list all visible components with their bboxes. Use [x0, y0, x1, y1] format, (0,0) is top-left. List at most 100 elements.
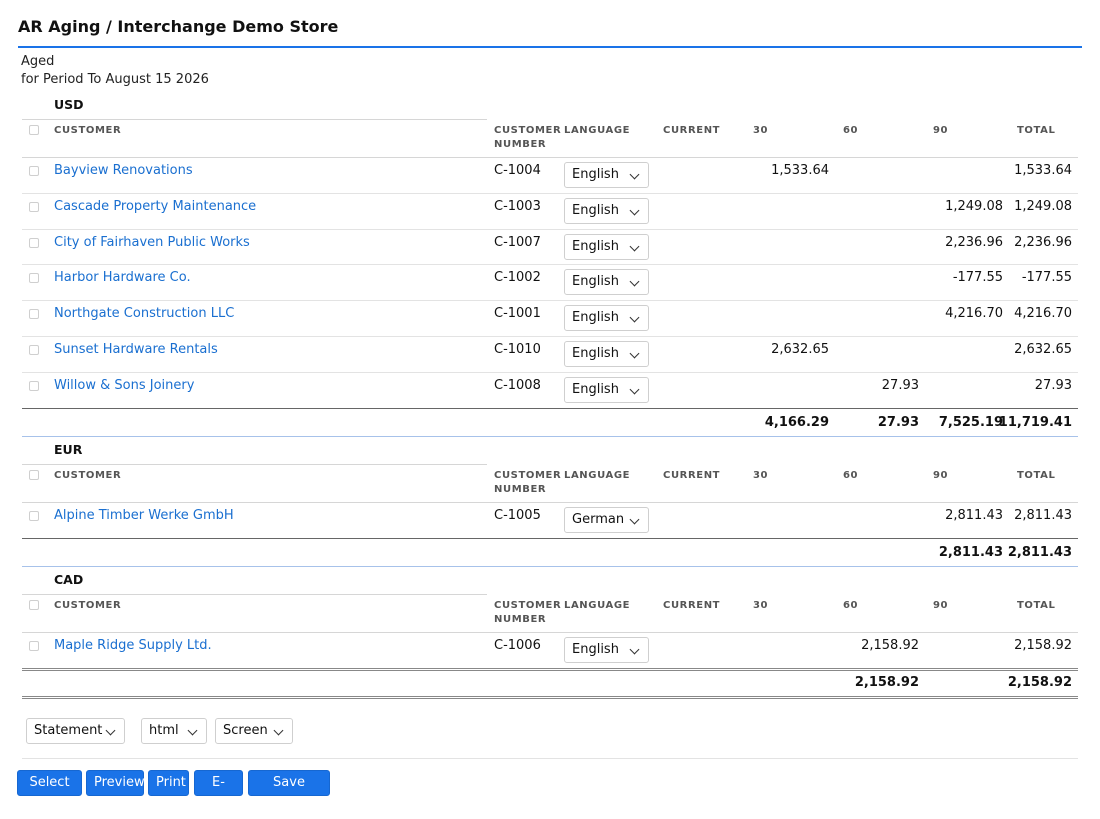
language-select-value: English	[572, 346, 619, 361]
total-total: 2,158.92	[1007, 674, 1072, 690]
totals-divider	[22, 667, 1078, 674]
header-60-days: 60	[843, 470, 859, 481]
header-90-days: 90	[933, 470, 949, 481]
customer-link[interactable]: City of Fairhaven Public Works	[54, 235, 250, 250]
amount-total: 1,249.08	[1014, 198, 1072, 214]
preview-button[interactable]: Preview	[86, 770, 145, 796]
customer-link[interactable]: Harbor Hardware Co.	[54, 270, 191, 285]
header-customer: CUSTOMER	[54, 600, 122, 611]
row-select-checkbox[interactable]	[29, 511, 39, 521]
customer-link[interactable]: Cascade Property Maintenance	[54, 199, 256, 214]
currency-underline	[22, 594, 487, 595]
customer-number: C-1005	[494, 508, 541, 523]
footer-divider	[22, 758, 1078, 759]
chevron-down-icon	[629, 205, 640, 216]
language-select-value: English	[572, 310, 619, 326]
customer-number: C-1007	[494, 234, 541, 250]
language-select[interactable]: English	[564, 305, 649, 332]
language-select-value: German	[572, 512, 625, 527]
row-select-checkbox[interactable]	[29, 237, 39, 248]
customer-link[interactable]: Sunset Hardware Rentals	[54, 342, 218, 357]
language-select[interactable]: English	[564, 376, 649, 403]
report-type: Aged	[21, 54, 55, 69]
header-30-days: 30	[753, 125, 769, 136]
currency-heading: CAD	[54, 572, 84, 587]
row-select-checkbox[interactable]	[29, 309, 39, 320]
amount-total: 2,236.96	[1014, 234, 1072, 250]
row-select-checkbox[interactable]	[29, 641, 39, 651]
header-language: LANGUAGE	[564, 470, 631, 481]
row-select-checkbox[interactable]	[29, 166, 39, 176]
media-select[interactable]: html	[141, 718, 207, 744]
currency-underline	[22, 464, 487, 465]
customer-number: C-1008	[494, 377, 541, 393]
language-select[interactable]: German	[564, 507, 649, 533]
header-divider	[22, 502, 1078, 503]
header-30-days: 30	[753, 470, 769, 481]
language-select[interactable]: English	[564, 233, 649, 260]
language-select-value: English	[572, 238, 619, 254]
format-select[interactable]: Statement	[26, 718, 125, 744]
row-select-checkbox[interactable]	[29, 273, 39, 284]
output-select[interactable]: Screen	[215, 718, 293, 744]
header-customer-number-line2: NUMBER	[494, 614, 547, 625]
totals-divider	[22, 537, 1078, 539]
amount-total: 2,632.65	[1014, 342, 1072, 357]
totals-divider	[22, 407, 1078, 409]
chevron-down-icon	[629, 241, 640, 252]
amount-total: 2,158.92	[1014, 638, 1072, 653]
row-divider	[22, 264, 1078, 266]
row-select-checkbox[interactable]	[29, 201, 39, 212]
header-customer-number: CUSTOMER	[494, 600, 562, 611]
amount-d60: 27.93	[881, 377, 919, 393]
report-period: for Period To August 15 2026	[21, 72, 209, 87]
save-report-button[interactable]: Save Report	[248, 770, 330, 814]
customer-number: C-1002	[494, 270, 541, 286]
page-title: AR Aging / Interchange Demo Store	[18, 17, 339, 36]
row-select-checkbox[interactable]	[29, 345, 39, 355]
amount-d30: 2,632.65	[771, 342, 829, 357]
amount-total: -177.55	[1021, 270, 1072, 286]
header-90-days: 90	[933, 125, 949, 136]
header-customer-number-line2: NUMBER	[494, 484, 547, 495]
select-all-rows-checkbox[interactable]	[29, 125, 39, 135]
row-divider	[22, 300, 1078, 302]
select-all-button[interactable]: Select all	[17, 770, 82, 814]
header-90-days: 90	[933, 600, 949, 611]
header-current: CURRENT	[663, 470, 721, 481]
language-select-value: English	[572, 274, 619, 290]
customer-link[interactable]: Alpine Timber Werke GmbH	[54, 508, 234, 523]
language-select[interactable]: English	[564, 637, 649, 663]
language-select[interactable]: English	[564, 162, 649, 188]
row-select-checkbox[interactable]	[29, 380, 39, 391]
customer-number: C-1001	[494, 306, 541, 322]
amount-total: 2,811.43	[1014, 508, 1072, 523]
amount-total: 4,216.70	[1014, 306, 1072, 322]
customer-link[interactable]: Bayview Renovations	[54, 163, 193, 178]
header-language: LANGUAGE	[564, 125, 631, 136]
header-language: LANGUAGE	[564, 600, 631, 611]
customer-number: C-1006	[494, 638, 541, 653]
language-select[interactable]: English	[564, 341, 649, 367]
language-select[interactable]: English	[564, 197, 649, 224]
header-customer-number: CUSTOMER	[494, 470, 562, 481]
row-divider	[22, 371, 1078, 373]
customer-number: C-1010	[494, 342, 541, 357]
language-select-value: English	[572, 642, 619, 657]
select-all-rows-checkbox[interactable]	[29, 470, 39, 480]
header-60-days: 60	[843, 125, 859, 136]
select-all-rows-checkbox[interactable]	[29, 600, 39, 610]
amount-total: 1,533.64	[1014, 163, 1072, 178]
email-button[interactable]: E-mail	[194, 770, 243, 814]
total-total: 2,811.43	[1007, 544, 1072, 560]
customer-link[interactable]: Maple Ridge Supply Ltd.	[54, 638, 212, 653]
chevron-down-icon	[629, 348, 640, 359]
customer-link[interactable]: Willow & Sons Joinery	[54, 378, 194, 393]
header-customer-number: CUSTOMER	[494, 125, 562, 136]
print-button[interactable]: Print	[148, 770, 189, 796]
chevron-down-icon	[629, 276, 640, 287]
language-select[interactable]: English	[564, 269, 649, 296]
customer-link[interactable]: Northgate Construction LLC	[54, 306, 234, 321]
total-total: 11,719.41	[998, 414, 1072, 430]
total-d30: 4,166.29	[764, 414, 829, 430]
